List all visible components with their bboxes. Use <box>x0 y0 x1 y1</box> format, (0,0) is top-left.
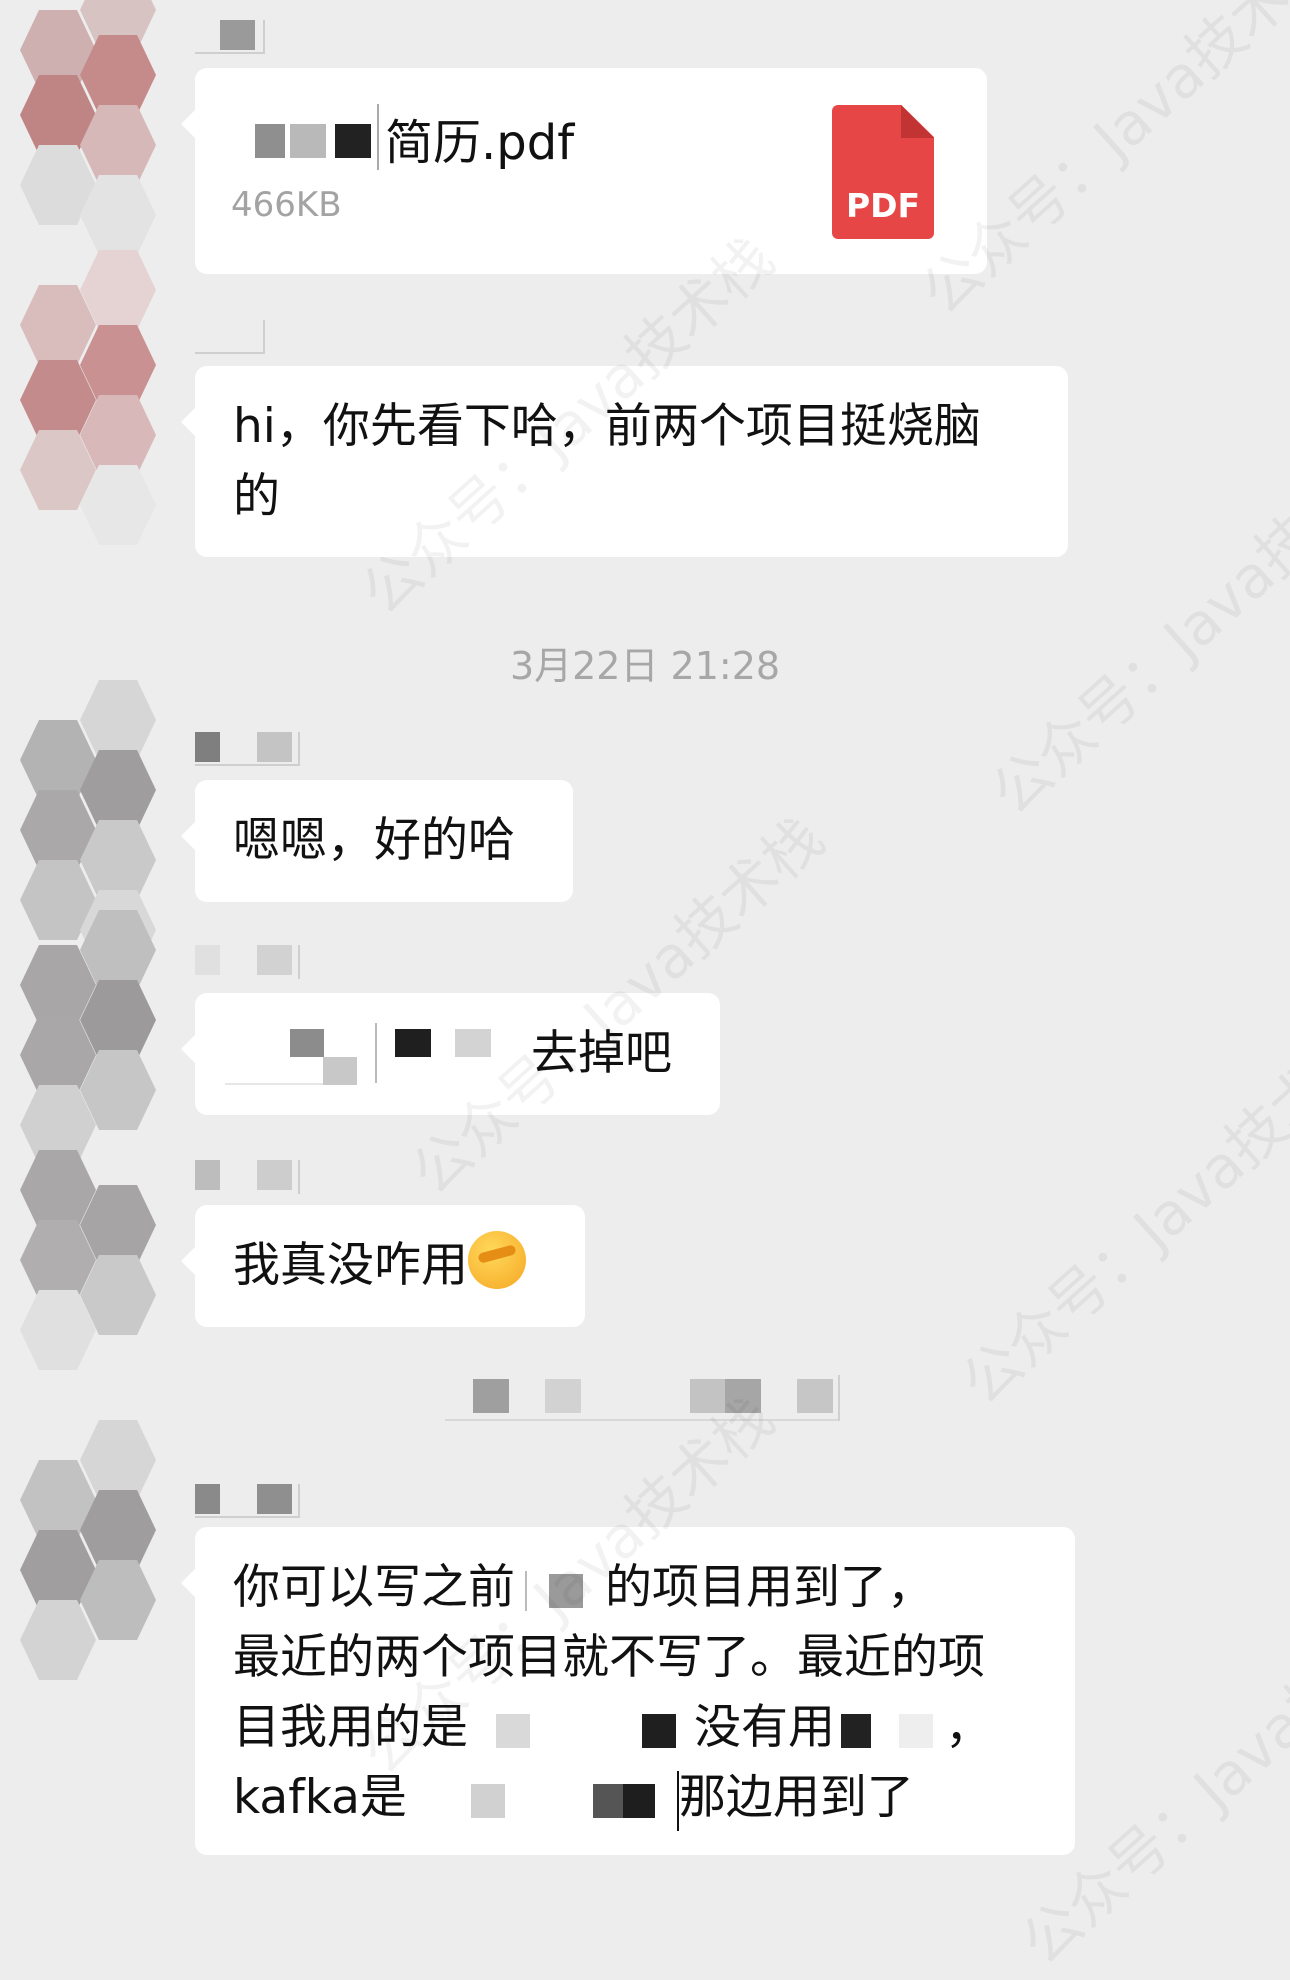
message-text-line: 的 <box>233 469 280 524</box>
redacted-filename-prefix <box>255 104 379 170</box>
sender-name-redacted <box>195 732 300 766</box>
redacted-text <box>225 993 491 1115</box>
message-text-line: 我真没咋用 <box>233 1231 526 1301</box>
message-text-line: 目我用的是 没有用， <box>233 1700 992 1755</box>
sender-name-redacted <box>195 20 265 54</box>
file-message-bubble[interactable]: 简历.pdf 466KB PDF <box>181 68 987 274</box>
file-size: 466KB <box>231 185 342 225</box>
sender-name-redacted <box>195 945 300 979</box>
facepalm-laughing-emoji <box>468 1231 526 1289</box>
message-timestamp: 3月22日 21:28 <box>509 644 781 688</box>
text-message-bubble[interactable]: hi，你先看下哈，前两个项目挺烧脑 的 <box>181 366 1068 557</box>
message-text-line: hi，你先看下哈，前两个项目挺烧脑 <box>233 399 981 454</box>
sender-name-redacted <box>195 320 265 354</box>
file-name: 简历.pdf <box>385 115 575 171</box>
text-message-bubble[interactable]: 嗯嗯，好的哈 <box>181 780 573 902</box>
sender-name-redacted <box>195 1484 300 1518</box>
avatar[interactable] <box>18 0 168 260</box>
message-text-line: 去掉吧 <box>531 1026 672 1081</box>
text-message-bubble[interactable]: 我真没咋用 <box>181 1205 585 1327</box>
message-text-line: 嗯嗯，好的哈 <box>233 813 515 868</box>
watermark: 公众号：Java技术栈 <box>948 1013 1290 1418</box>
message-text-line: 最近的两个项目就不写了。最近的项 <box>233 1630 985 1685</box>
message-text-line: kafka是 那边用到了 <box>233 1763 914 1833</box>
avatar[interactable] <box>18 1420 168 1700</box>
text-message-bubble[interactable]: 你可以写之前 的项目用到了， 最近的两个项目就不写了。最近的项 目我用的是 没有用，… <box>181 1527 1075 1855</box>
message-text-line: 你可以写之前 的项目用到了， <box>233 1560 934 1615</box>
system-notice-redacted <box>445 1375 840 1421</box>
avatar[interactable] <box>18 250 168 545</box>
avatar[interactable] <box>18 1110 168 1370</box>
text-message-bubble[interactable]: 去掉吧 <box>181 993 720 1115</box>
sender-name-redacted <box>195 1160 300 1194</box>
